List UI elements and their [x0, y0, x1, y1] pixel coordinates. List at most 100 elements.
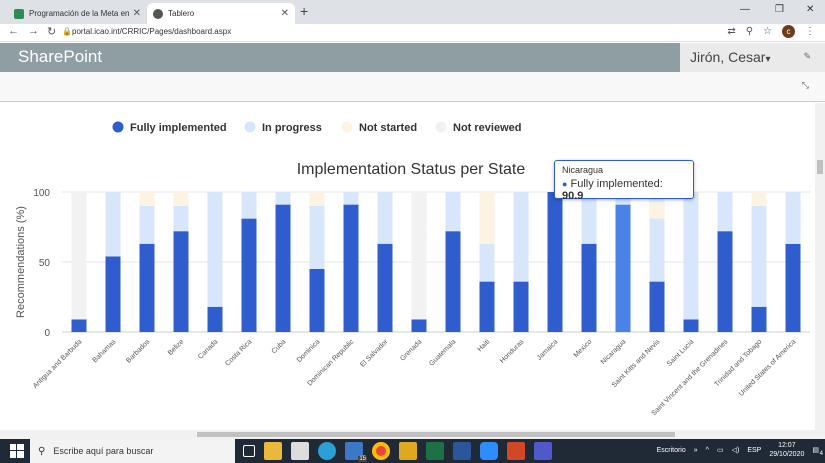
bar-1-1[interactable]	[105, 192, 121, 257]
user-name[interactable]: Jirón, Cesar▾	[690, 49, 771, 65]
vertical-scrollbar-thumb[interactable]	[817, 160, 823, 174]
back-icon[interactable]: ←	[8, 25, 19, 37]
tray-overflow-icon[interactable]: ^	[706, 447, 709, 454]
bar-0-19[interactable]	[717, 231, 733, 332]
legend-marker-1[interactable]	[244, 121, 256, 133]
tray-chevron-icon[interactable]: »	[694, 447, 698, 454]
desktop-label[interactable]: Escritorio	[657, 447, 686, 454]
minimize-icon[interactable]: —	[740, 4, 750, 15]
close-tab-icon[interactable]: ✕	[133, 8, 141, 19]
windows-start-icon[interactable]	[10, 444, 24, 458]
bar-0-16[interactable]	[615, 204, 631, 332]
bar-1-8[interactable]	[343, 192, 359, 205]
maximize-icon[interactable]: ❐	[775, 4, 784, 15]
bar-0-13[interactable]	[513, 281, 529, 332]
bar-0-7[interactable]	[309, 269, 325, 332]
taskbar-search[interactable]: ⚲ Escribe aquí para buscar	[30, 439, 235, 463]
clock[interactable]: 12:07 29/10/2020	[769, 441, 804, 459]
legend-label-3[interactable]: Not reviewed	[453, 122, 521, 134]
bar-1-4[interactable]	[207, 192, 223, 307]
bar-0-14[interactable]	[547, 192, 563, 332]
reload-icon[interactable]: ↻	[47, 25, 56, 38]
bar-0-8[interactable]	[343, 204, 359, 332]
vertical-scrollbar[interactable]	[815, 103, 825, 430]
tab-tablero[interactable]: Tablero ✕	[147, 3, 295, 24]
bar-0-12[interactable]	[479, 281, 495, 332]
zoom-icon[interactable]: ⚲	[746, 26, 753, 37]
bar-0-21[interactable]	[785, 243, 801, 332]
volume-icon[interactable]: ◁)	[732, 446, 740, 454]
outlook-icon[interactable]	[399, 442, 417, 460]
tab-programacion[interactable]: Programación de la Meta en el Ti ✕	[8, 3, 147, 24]
bar-1-20[interactable]	[751, 206, 767, 307]
legend-marker-0[interactable]	[112, 121, 124, 133]
mail-icon[interactable]: 15	[345, 442, 367, 462]
bar-1-19[interactable]	[717, 192, 733, 232]
bar-1-13[interactable]	[513, 192, 529, 282]
bar-2-12[interactable]	[479, 192, 495, 244]
edge-icon[interactable]	[318, 442, 336, 460]
word-icon[interactable]	[453, 442, 471, 460]
bar-2-2[interactable]	[139, 192, 155, 206]
legend-label-1[interactable]: In progress	[262, 122, 322, 134]
bar-2-20[interactable]	[751, 192, 767, 206]
horizontal-scrollbar-thumb[interactable]	[197, 432, 675, 437]
legend-label-0[interactable]: Fully implemented	[130, 122, 227, 134]
notifications-icon[interactable]: ▤ 4	[812, 446, 823, 457]
bar-3-10[interactable]	[411, 192, 427, 320]
bar-1-9[interactable]	[377, 192, 393, 244]
close-window-icon[interactable]: ✕	[806, 4, 814, 15]
legend-marker-2[interactable]	[341, 121, 353, 133]
bar-1-6[interactable]	[275, 192, 291, 205]
bar-0-11[interactable]	[445, 231, 461, 332]
horizontal-scrollbar[interactable]	[0, 430, 825, 439]
bar-0-1[interactable]	[105, 256, 121, 332]
excel-icon[interactable]	[426, 442, 444, 460]
bar-0-17[interactable]	[649, 281, 665, 332]
bar-2-7[interactable]	[309, 192, 325, 206]
bar-1-3[interactable]	[173, 206, 189, 232]
bar-3-0[interactable]	[71, 192, 87, 320]
bar-0-0[interactable]	[71, 319, 87, 332]
zoom-app-icon[interactable]	[480, 442, 498, 460]
bookmark-star-icon[interactable]: ☆	[763, 26, 772, 37]
menu-dots-icon[interactable]: ⋮	[805, 26, 815, 37]
legend-label-2[interactable]: Not started	[359, 122, 417, 134]
bar-1-21[interactable]	[785, 192, 801, 244]
close-tab-icon[interactable]: ✕	[281, 8, 289, 19]
bar-1-12[interactable]	[479, 243, 495, 282]
bar-1-5[interactable]	[241, 192, 257, 219]
focus-content-icon[interactable]: ⤡	[802, 80, 809, 91]
bar-1-17[interactable]	[649, 218, 665, 282]
task-view-icon[interactable]	[243, 445, 255, 457]
settings-icon[interactable]: ✎	[803, 51, 811, 62]
bar-2-17[interactable]	[649, 204, 665, 219]
bar-1-2[interactable]	[139, 206, 155, 244]
bar-0-10[interactable]	[411, 319, 427, 332]
store-icon[interactable]	[291, 442, 309, 460]
bar-0-5[interactable]	[241, 218, 257, 332]
bar-0-18[interactable]	[683, 319, 699, 332]
sharepoint-brand[interactable]: SharePoint	[18, 47, 102, 67]
forward-icon[interactable]: →	[28, 25, 39, 37]
user-menu[interactable]: Jirón, Cesar▾ ✎	[680, 43, 825, 72]
bar-0-3[interactable]	[173, 231, 189, 332]
bar-0-2[interactable]	[139, 243, 155, 332]
translate-icon[interactable]: ⇄	[727, 26, 735, 37]
chrome-icon[interactable]	[372, 442, 390, 460]
powerpoint-icon[interactable]	[507, 442, 525, 460]
url-input[interactable]: portal.icao.int/CRRIC/Pages/dashboard.as…	[72, 27, 231, 36]
bar-0-20[interactable]	[751, 306, 767, 332]
bar-1-11[interactable]	[445, 192, 461, 232]
bar-0-15[interactable]	[581, 243, 597, 332]
bar-1-7[interactable]	[309, 206, 325, 269]
language-indicator[interactable]: ESP	[747, 447, 761, 454]
profile-avatar[interactable]: c	[782, 25, 795, 38]
new-tab-icon[interactable]: +	[300, 3, 308, 19]
bar-0-6[interactable]	[275, 204, 291, 332]
bar-0-9[interactable]	[377, 243, 393, 332]
teams-icon[interactable]	[534, 442, 552, 460]
bar-2-3[interactable]	[173, 192, 189, 206]
file-explorer-icon[interactable]	[264, 442, 282, 460]
legend-marker-3[interactable]	[435, 121, 447, 133]
